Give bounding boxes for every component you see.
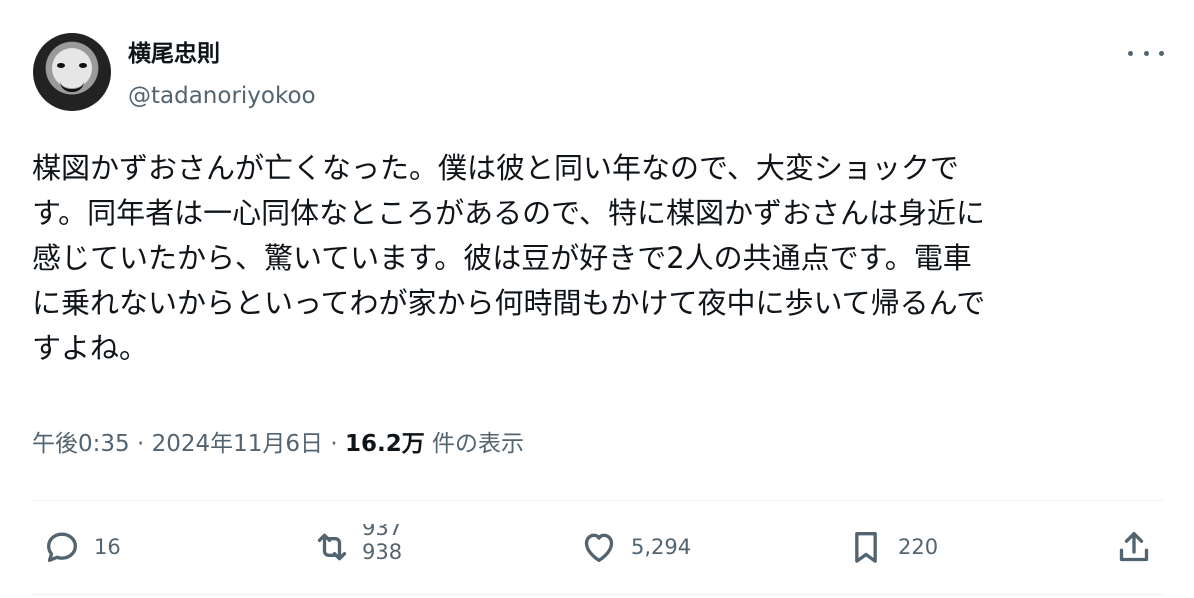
- post-date[interactable]: 2024年11月6日: [152, 431, 323, 457]
- more-dots-icon[interactable]: [1128, 44, 1164, 62]
- like-count: 5,294: [631, 535, 692, 559]
- post-time[interactable]: 午後0:35: [32, 431, 130, 457]
- bookmark-button[interactable]: 220: [846, 500, 938, 594]
- speech-bubble-icon: [47, 532, 78, 562]
- share-upload-icon: [1119, 532, 1149, 562]
- avatar-eye: [79, 63, 87, 68]
- avatar-mouth: [60, 81, 84, 92]
- like-button[interactable]: 5,294: [579, 500, 691, 594]
- retweet-count-new: 938: [362, 540, 403, 564]
- avatar[interactable]: [33, 33, 111, 111]
- meta-separator: ·: [129, 431, 152, 457]
- retweet-count: 937 938: [362, 524, 402, 570]
- avatar-eye: [57, 63, 65, 68]
- bookmark-icon: [855, 532, 877, 563]
- author-name[interactable]: 横尾忠則: [128, 38, 220, 70]
- author-handle[interactable]: @tadanoriyokoo: [128, 80, 316, 112]
- bookmark-count: 220: [898, 535, 939, 559]
- share-button[interactable]: [1114, 500, 1154, 594]
- views-count: 16.2万: [344, 431, 425, 457]
- heart-icon: [584, 533, 614, 562]
- retweet-count-old: 937: [362, 524, 403, 540]
- post-meta: 午後0:35 · 2024年11月6日 · 16.2万 件の表示: [32, 426, 524, 462]
- action-bar: 16 937 938 5,294 220: [32, 500, 1164, 594]
- post-text: 楳図かずおさんが亡くなった。僕は彼と同い年なので、大変ショックで す。同年者は一…: [32, 151, 986, 365]
- reply-button[interactable]: 16: [42, 500, 121, 594]
- reply-count: 16: [94, 535, 121, 559]
- meta-separator: ·: [323, 431, 345, 457]
- views-label: 件の表示: [432, 431, 525, 457]
- retweet-arrows-icon: [317, 533, 347, 561]
- retweet-button[interactable]: 937 938: [312, 500, 402, 594]
- divider: [32, 594, 1164, 595]
